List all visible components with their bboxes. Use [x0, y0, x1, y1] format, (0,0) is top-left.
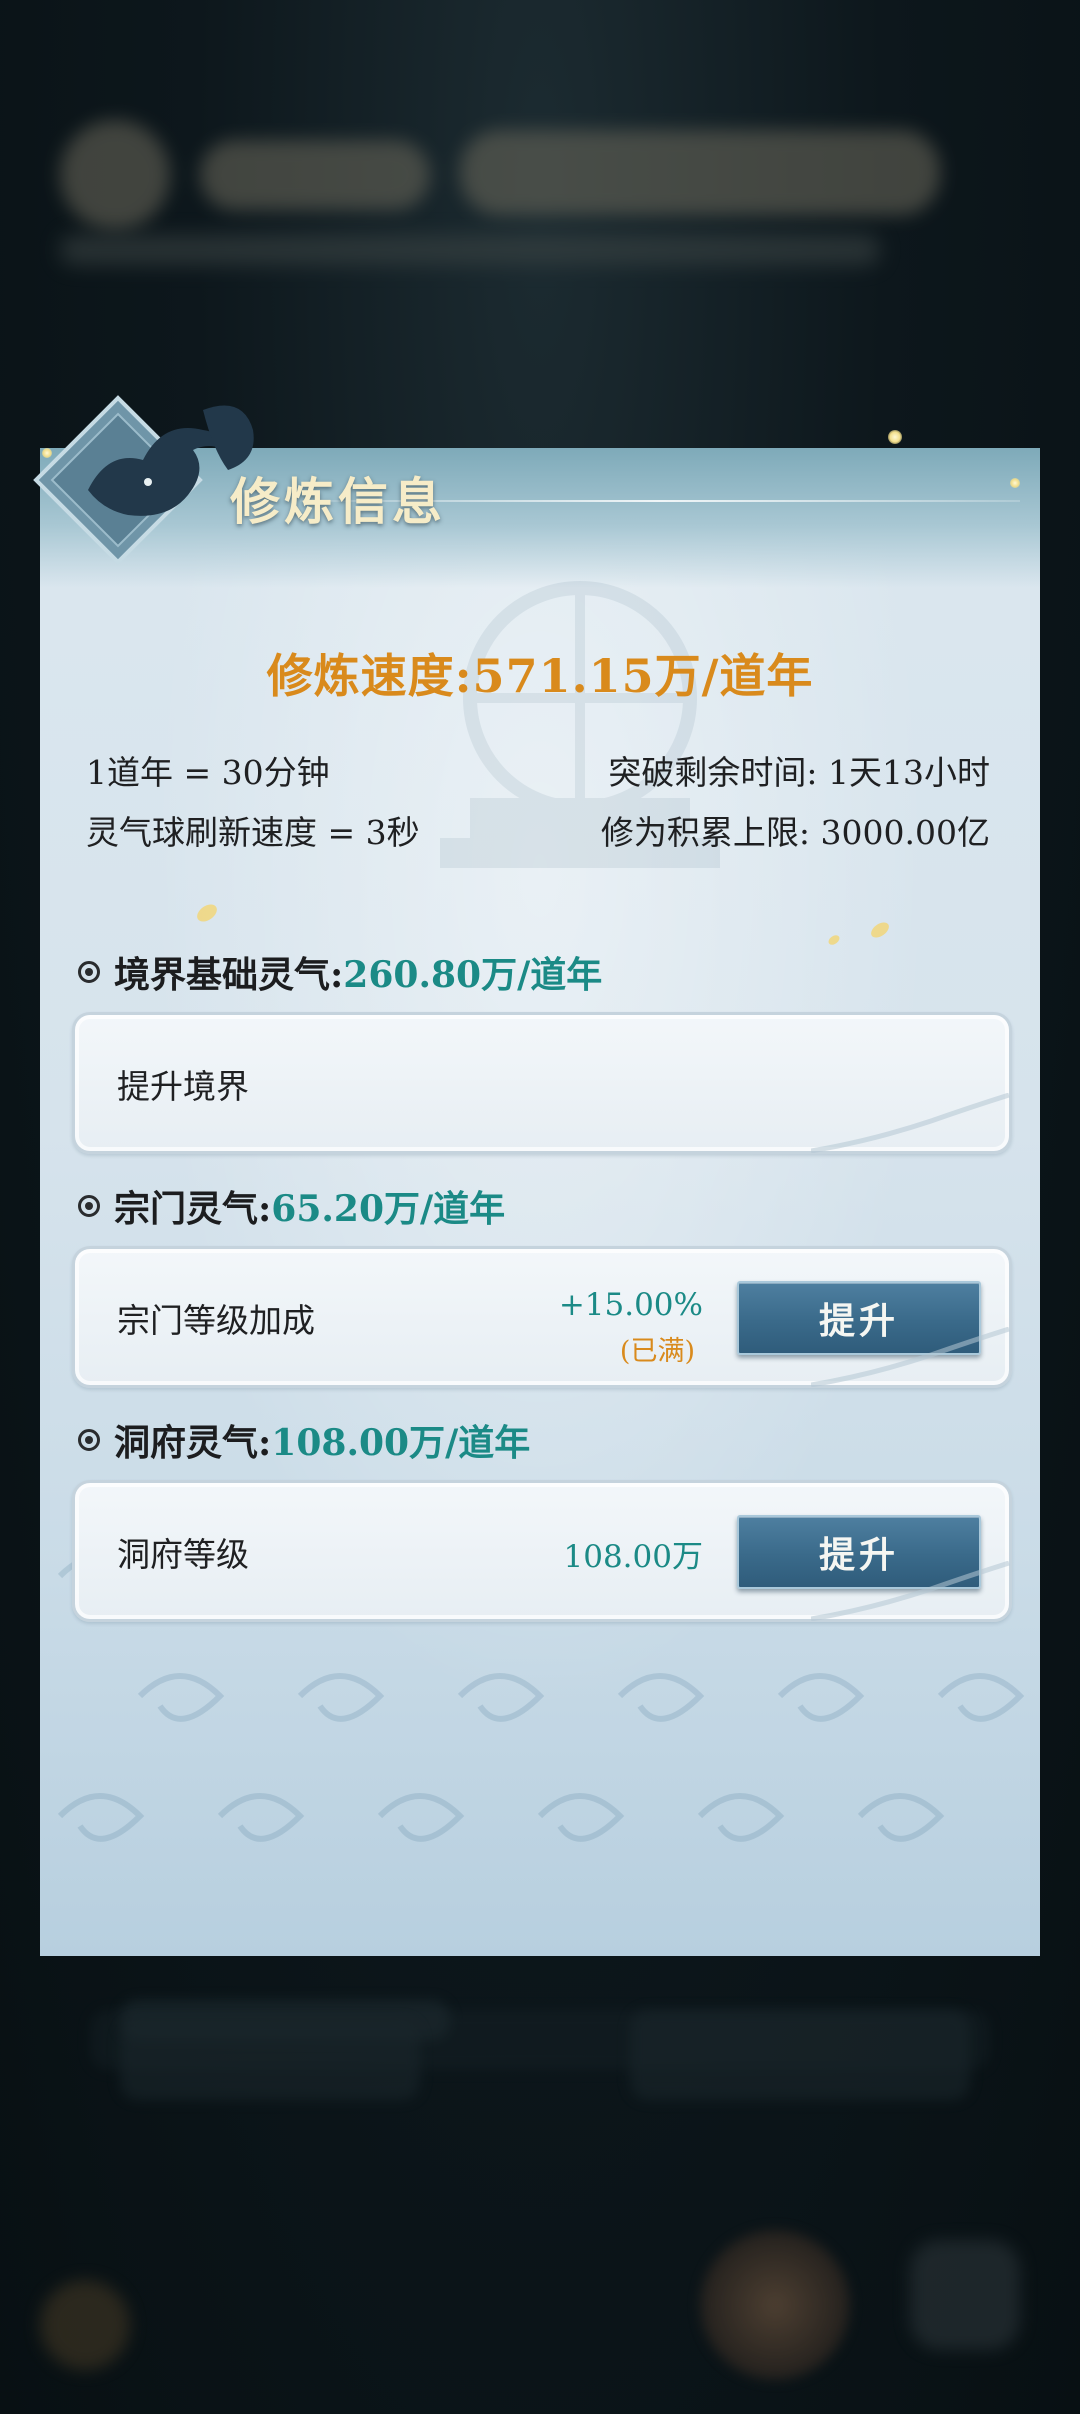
section-label: 境界基础灵气:	[114, 954, 344, 996]
wave-ornament	[811, 1327, 1010, 1387]
background-icon-blur	[40, 2280, 130, 2370]
star-ornament-icon	[1010, 478, 1020, 488]
sect-bonus-value: +15.00%	[558, 1287, 703, 1323]
card-label: 提升境界	[117, 1067, 249, 1106]
background-button-blur	[630, 2010, 970, 2100]
sect-qi-section-header: 宗门灵气: 65.20万/道年	[78, 1180, 505, 1232]
section-label: 洞府灵气:	[114, 1422, 272, 1464]
wave-ornament	[811, 1093, 1010, 1153]
background-field-blur	[120, 2020, 420, 2100]
panel-title: 修炼信息	[230, 472, 446, 531]
background-avatar-blur	[700, 2230, 850, 2380]
card-label: 宗门等级加成	[117, 1301, 315, 1340]
sect-level-card: 宗门等级加成 +15.00% (已满) 提升	[72, 1246, 1012, 1388]
realm-upgrade-card[interactable]: 提升境界	[72, 1012, 1012, 1154]
section-value: 65.20万/道年	[271, 1188, 506, 1230]
accumulation-cap-info: 修为积累上限: 3000.00亿	[600, 813, 990, 852]
cave-level-card: 洞府等级 108.00万 提升	[72, 1480, 1012, 1622]
card-label: 洞府等级	[117, 1535, 249, 1574]
wave-ornament	[811, 1561, 1010, 1621]
maxed-badge: (已满)	[619, 1336, 695, 1367]
orb-refresh-info: 灵气球刷新速度 = 3秒	[86, 813, 420, 852]
background-icon-blur	[910, 2240, 1020, 2350]
cave-level-value: 108.00万	[563, 1539, 703, 1575]
section-value: 260.80万/道年	[343, 954, 603, 996]
background-title-blur	[60, 120, 960, 230]
radio-dot-icon	[78, 961, 100, 983]
breakthrough-remaining-info: 突破剩余时间: 1天13小时	[608, 753, 990, 792]
realm-qi-section-header: 境界基础灵气: 260.80万/道年	[78, 946, 602, 998]
dao-year-info: 1道年 = 30分钟	[86, 753, 330, 792]
background-subtitle-blur	[60, 235, 880, 265]
star-ornament-icon	[888, 430, 902, 444]
cultivation-speed: 修炼速度:571.15万/道年	[266, 649, 814, 703]
radio-dot-icon	[78, 1195, 100, 1217]
section-value: 108.00万/道年	[271, 1422, 531, 1464]
cave-qi-section-header: 洞府灵气: 108.00万/道年	[78, 1414, 530, 1466]
section-label: 宗门灵气:	[114, 1188, 272, 1230]
radio-dot-icon	[78, 1429, 100, 1451]
